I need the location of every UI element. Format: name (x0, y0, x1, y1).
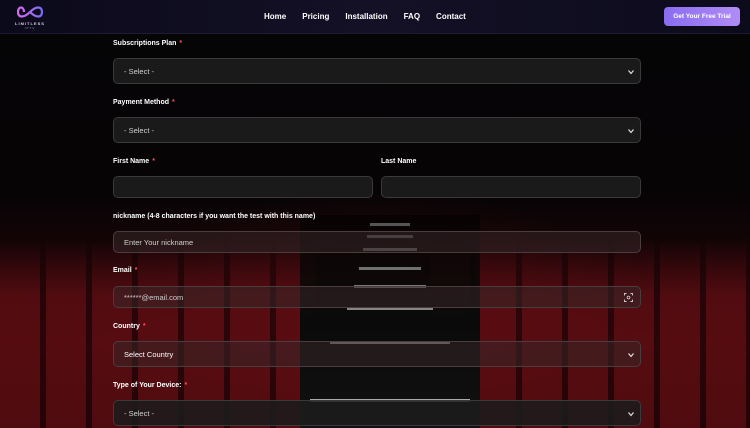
nickname-placeholder: Enter Your nickname (124, 237, 194, 247)
last-name-label: Last Name (381, 158, 417, 165)
subscription-select[interactable]: - Select - (113, 58, 641, 84)
nav-pricing[interactable]: Pricing (302, 12, 329, 21)
infinity-logo-icon (17, 6, 43, 18)
device-select[interactable]: - Select - (113, 400, 641, 426)
nav-home[interactable]: Home (264, 12, 286, 21)
email-placeholder: ******@email.com (124, 292, 184, 302)
site-header: LIMITLESS IPTV Home Pricing Installation… (0, 0, 750, 34)
nav-contact[interactable]: Contact (436, 12, 466, 21)
device-label: Type of Your Device: * (113, 382, 188, 389)
chevron-down-icon (628, 412, 634, 417)
nav-installation[interactable]: Installation (345, 12, 387, 21)
payment-select-value: - Select - (124, 125, 155, 135)
country-label: Country * (113, 323, 146, 330)
country-select-value: Select Country (124, 349, 174, 359)
logo[interactable]: LIMITLESS IPTV (10, 4, 50, 31)
payment-label: Payment Method * (113, 99, 175, 106)
scan-icon[interactable] (624, 293, 633, 302)
chevron-down-icon (628, 129, 634, 134)
email-input[interactable]: ******@email.com (113, 286, 641, 308)
payment-select[interactable]: - Select - (113, 117, 641, 143)
chevron-down-icon (628, 353, 634, 358)
last-name-input[interactable] (381, 176, 641, 198)
nav-faq[interactable]: FAQ (404, 12, 420, 21)
first-name-input[interactable] (113, 176, 373, 198)
first-name-label: First Name * (113, 158, 155, 165)
subscription-select-value: - Select - (124, 66, 155, 76)
chevron-down-icon (628, 70, 634, 75)
country-select[interactable]: Select Country (113, 341, 641, 367)
email-label: Email * (113, 267, 138, 274)
logo-subtext: IPTV (24, 26, 36, 30)
subscription-label: Subscriptions Plan * (113, 40, 183, 47)
main-nav: Home Pricing Installation FAQ Contact (264, 12, 482, 21)
nickname-label: nickname (4-8 characters if you want the… (113, 213, 316, 220)
nickname-input[interactable]: Enter Your nickname (113, 231, 641, 253)
device-select-value: - Select - (124, 408, 155, 418)
free-trial-button[interactable]: Get Your Free Trial (664, 7, 740, 26)
